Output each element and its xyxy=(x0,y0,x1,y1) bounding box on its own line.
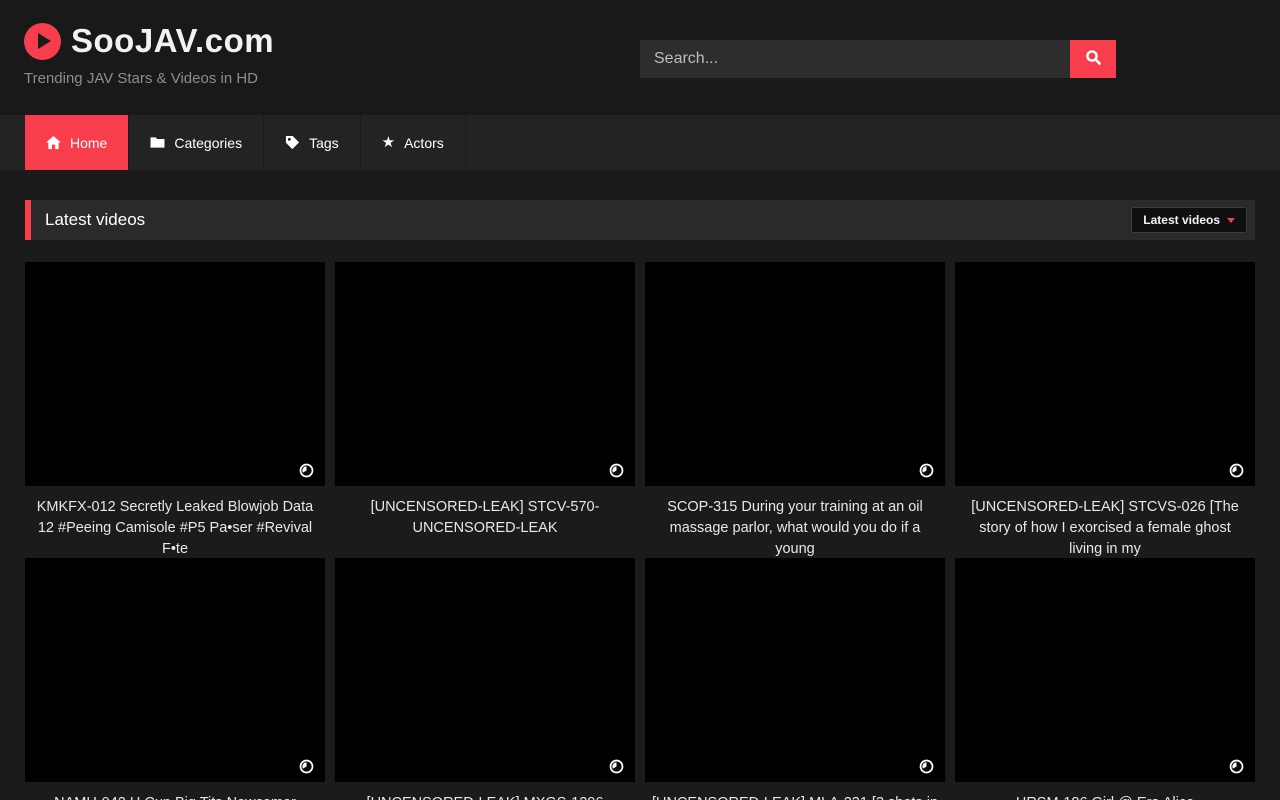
video-title[interactable]: NAMH-042 H Cup Big Tits Newcomer (170cm … xyxy=(25,782,325,800)
video-grid: KMKFX-012 Secretly Leaked Blowjob Data 1… xyxy=(25,262,1255,800)
site-header: SooJAV.com Trending JAV Stars & Videos i… xyxy=(0,0,1280,115)
sort-dropdown[interactable]: Latest videos xyxy=(1131,207,1247,233)
video-card[interactable]: [UNCENSORED-LEAK] STCV-570-UNCENSORED-LE… xyxy=(335,262,635,558)
star-icon: ★ xyxy=(382,135,395,150)
nav-item-actors[interactable]: ★ Actors xyxy=(361,115,466,170)
video-title[interactable]: [UNCENSORED-LEAK] MXGS-1296 Absolutely xyxy=(335,782,635,800)
clock-icon xyxy=(299,759,314,774)
clock-icon xyxy=(1229,759,1244,774)
video-thumbnail[interactable] xyxy=(645,262,945,486)
video-thumbnail[interactable] xyxy=(955,558,1255,782)
folder-icon xyxy=(150,136,165,149)
chevron-down-icon xyxy=(1227,218,1235,223)
play-icon xyxy=(24,23,61,60)
video-title[interactable]: [UNCENSORED-LEAK] STCVS-026 [The story o… xyxy=(955,486,1255,558)
search-icon xyxy=(1085,49,1102,69)
nav-item-home[interactable]: Home xyxy=(25,115,129,170)
video-card[interactable]: NAMH-042 H Cup Big Tits Newcomer (170cm … xyxy=(25,558,325,800)
video-thumbnail[interactable] xyxy=(25,262,325,486)
video-title[interactable]: SCOP-315 During your training at an oil … xyxy=(645,486,945,558)
video-thumbnail[interactable] xyxy=(335,262,635,486)
clock-icon xyxy=(919,759,934,774)
video-card[interactable]: [UNCENSORED-LEAK] STCVS-026 [The story o… xyxy=(955,262,1255,558)
site-tagline: Trending JAV Stars & Videos in HD xyxy=(24,70,274,87)
video-card[interactable]: [UNCENSORED-LEAK] MXGS-1296 Absolutely xyxy=(335,558,635,800)
sort-dropdown-label: Latest videos xyxy=(1143,213,1220,227)
site-logo[interactable]: SooJAV.com xyxy=(24,22,274,60)
video-thumbnail[interactable] xyxy=(25,558,325,782)
nav-label: Home xyxy=(70,135,107,151)
main-content: Latest videos Latest videos KMKFX-012 Se… xyxy=(0,200,1280,800)
nav-label: Actors xyxy=(404,135,444,151)
brand: SooJAV.com Trending JAV Stars & Videos i… xyxy=(24,22,274,87)
video-card[interactable]: HRSM-186 Girl @ Era Alice xyxy=(955,558,1255,800)
video-title[interactable]: [UNCENSORED-LEAK] STCV-570-UNCENSORED-LE… xyxy=(335,486,635,558)
clock-icon xyxy=(1229,463,1244,478)
clock-icon xyxy=(609,759,624,774)
nav-item-categories[interactable]: Categories xyxy=(129,115,264,170)
main-nav: Home Categories Tags ★ Actors xyxy=(0,115,1280,170)
search-input[interactable] xyxy=(640,40,1070,78)
home-icon xyxy=(46,136,61,150)
video-thumbnail[interactable] xyxy=(335,558,635,782)
video-card[interactable]: SCOP-315 During your training at an oil … xyxy=(645,262,945,558)
section-title: Latest videos xyxy=(45,210,145,230)
nav-item-tags[interactable]: Tags xyxy=(264,115,361,170)
search-button[interactable] xyxy=(1070,40,1116,78)
tag-icon xyxy=(285,135,300,150)
video-card[interactable]: [UNCENSORED-LEAK] MLA-231 [3 shots in xyxy=(645,558,945,800)
video-title[interactable]: [UNCENSORED-LEAK] MLA-231 [3 shots in xyxy=(645,782,945,800)
video-thumbnail[interactable] xyxy=(645,558,945,782)
nav-label: Tags xyxy=(309,135,339,151)
video-title[interactable]: HRSM-186 Girl @ Era Alice xyxy=(955,782,1255,800)
clock-icon xyxy=(919,463,934,478)
video-title[interactable]: KMKFX-012 Secretly Leaked Blowjob Data 1… xyxy=(25,486,325,558)
nav-label: Categories xyxy=(174,135,242,151)
video-thumbnail[interactable] xyxy=(955,262,1255,486)
clock-icon xyxy=(609,463,624,478)
site-name: SooJAV.com xyxy=(71,22,274,60)
section-header: Latest videos Latest videos xyxy=(25,200,1255,240)
clock-icon xyxy=(299,463,314,478)
video-card[interactable]: KMKFX-012 Secretly Leaked Blowjob Data 1… xyxy=(25,262,325,558)
search-bar xyxy=(640,40,1116,78)
